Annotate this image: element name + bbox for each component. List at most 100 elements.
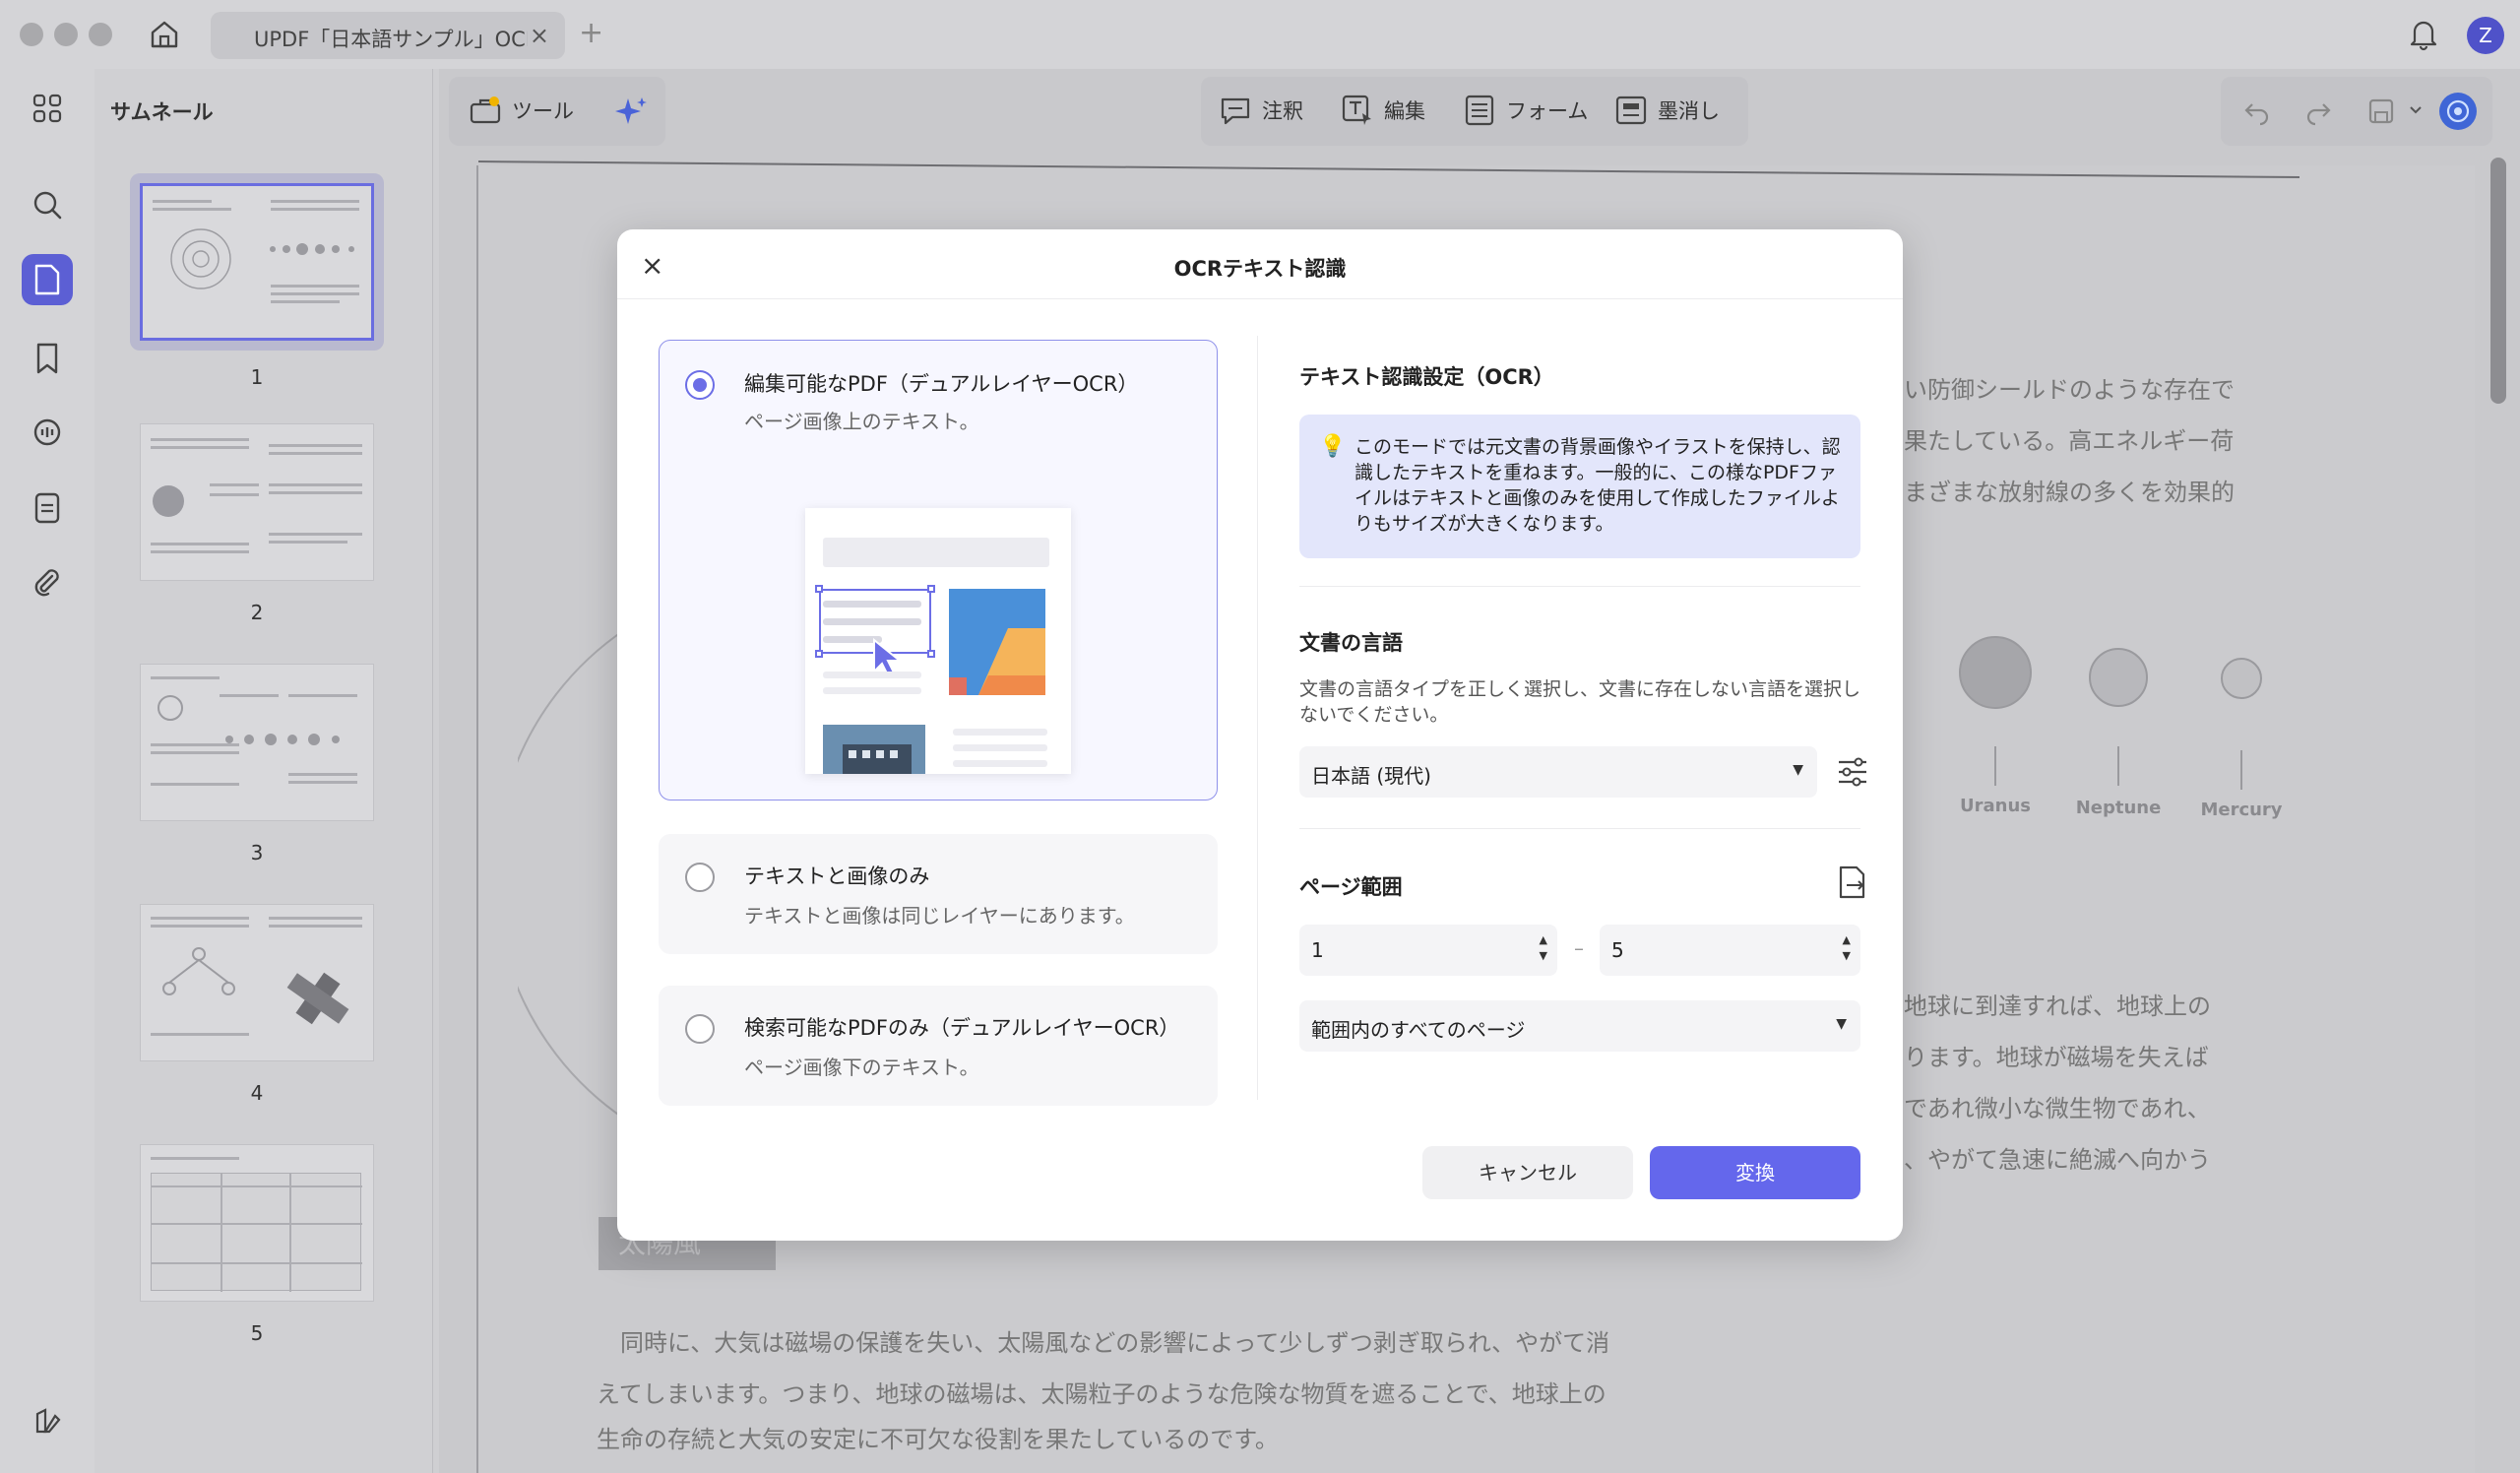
- attachment-icon[interactable]: [26, 561, 69, 605]
- bookmark-icon[interactable]: [26, 337, 69, 380]
- planet-label: Uranus: [1960, 796, 2031, 816]
- title-bar: UPDF「日本語サンプル」OCR × + Z: [0, 0, 2520, 69]
- search-icon[interactable]: [26, 183, 69, 226]
- bell-icon[interactable]: [2406, 16, 2441, 51]
- comment-icon[interactable]: [26, 412, 69, 455]
- edit-text-icon: [1342, 95, 1371, 125]
- language-select[interactable]: 日本語 (現代) ▼: [1299, 746, 1817, 798]
- body-text-line: 地球に到達すれば、地球上の: [1904, 993, 2211, 1020]
- page-scope-value: 範囲内のすべてのページ: [1311, 1018, 1526, 1042]
- body-text-line: であれ微小な微生物であれ、: [1904, 1095, 2211, 1122]
- toolbox-icon: [470, 96, 501, 124]
- avatar[interactable]: Z: [2467, 17, 2504, 54]
- thumbnails-icon[interactable]: [22, 254, 73, 305]
- planet-tick: [2240, 750, 2242, 790]
- ocr-dialog: × OCRテキスト認識 編集可能なPDF（デュアルレイヤーOCR） ページ画像上…: [617, 229, 1903, 1241]
- radio-editable-pdf[interactable]: [685, 370, 715, 400]
- body-text-line: 果たしている。高エネルギー荷: [1904, 427, 2235, 455]
- planet-tick: [2117, 746, 2119, 786]
- apps-grid-icon[interactable]: [26, 87, 69, 130]
- range-dash: –: [1574, 936, 1584, 960]
- mode-toolbar: 注釈 編集 フォーム 墨消し: [1201, 77, 1748, 146]
- page-range-icon[interactable]: [1833, 864, 1872, 903]
- form-mode-button[interactable]: フォーム: [1463, 94, 1588, 127]
- tab-close-icon[interactable]: ×: [530, 22, 549, 49]
- divider: [1299, 586, 1860, 587]
- save-icon[interactable]: [2366, 96, 2396, 126]
- ocr-option-text-image[interactable]: テキストと画像のみ テキストと画像は同じレイヤーにあります。: [659, 834, 1218, 954]
- comment-label: 注釈: [1262, 99, 1303, 123]
- page-thumbnail[interactable]: 5: [130, 1134, 384, 1345]
- body-text-line: 生命の存続と大気の安定に不可欠な役割を果たしているのです。: [597, 1426, 1279, 1453]
- info-box: 💡 このモードでは元文書の背景画像やイラストを保持し、認識したテキストを重ねます…: [1299, 415, 1860, 558]
- body-text-line: い防御シールドのような存在で: [1904, 376, 2235, 404]
- language-description: 文書の言語タイプを正しく選択し、文書に存在しない言語を選択しないでください。: [1299, 678, 1861, 726]
- scrollbar[interactable]: [2490, 158, 2506, 404]
- thumbnail-panel: サムネール 1 2 3 4 5: [94, 69, 433, 1473]
- caret-down-icon: ▼: [1836, 1016, 1847, 1032]
- window-minimize-button[interactable]: [54, 23, 78, 46]
- ai-sparkle-icon[interactable]: [614, 95, 650, 130]
- body-text-line: ります。地球が磁場を失えば: [1904, 1044, 2209, 1071]
- range-from-input[interactable]: 1 ▲ ▼: [1299, 925, 1557, 976]
- option-title: テキストと画像のみ: [744, 865, 930, 888]
- tools-group: ツール: [449, 77, 665, 146]
- range-from-stepper[interactable]: ▲ ▼: [1540, 932, 1547, 964]
- option-title: 編集可能なPDF（デュアルレイヤーOCR）: [744, 372, 1139, 396]
- history-toolbar: [2221, 77, 2492, 146]
- thumbnail-page-number: 4: [250, 1081, 264, 1105]
- info-text: このモードでは元文書の背景画像やイラストを保持し、認識したテキストを重ねます。一…: [1354, 436, 1841, 535]
- thumbnail-image: [140, 904, 374, 1061]
- planet-label: Mercury: [2200, 800, 2283, 820]
- window-close-button[interactable]: [20, 23, 43, 46]
- body-text-line: えてしまいます。つまり、地球の磁場は、太陽粒子のような危険な物質を遮ることで、地…: [597, 1380, 1606, 1408]
- undo-icon[interactable]: [2242, 96, 2272, 126]
- option-subtitle: テキストと画像は同じレイヤーにあります。: [744, 904, 1135, 928]
- new-tab-button[interactable]: +: [579, 16, 603, 50]
- thumbnail-page-number: 2: [250, 601, 264, 624]
- ocr-option-editable[interactable]: 編集可能なPDF（デュアルレイヤーOCR） ページ画像上のテキスト。: [659, 340, 1218, 801]
- ocr-option-searchable[interactable]: 検索可能なPDFのみ（デュアルレイヤーOCR） ページ画像下のテキスト。: [659, 986, 1218, 1106]
- divider: [1299, 828, 1860, 829]
- edit-mode-button[interactable]: 編集: [1341, 94, 1425, 127]
- page-thumbnail[interactable]: 4: [130, 894, 384, 1105]
- range-to-input[interactable]: 5 ▲ ▼: [1600, 925, 1860, 976]
- divider: [1257, 336, 1258, 1100]
- document-tab[interactable]: UPDF「日本語サンプル」OCR ×: [211, 12, 565, 59]
- cancel-button[interactable]: キャンセル: [1422, 1146, 1633, 1199]
- divider: [617, 298, 1903, 299]
- page-scope-select[interactable]: 範囲内のすべてのページ ▼: [1299, 1000, 1860, 1052]
- language-settings-icon[interactable]: [1833, 752, 1872, 792]
- tab-title: UPDF「日本語サンプル」OCR: [254, 28, 528, 51]
- redact-mode-button[interactable]: 墨消し: [1614, 94, 1720, 127]
- chevron-down-icon[interactable]: [2408, 102, 2424, 118]
- form-icon: [1465, 95, 1494, 126]
- page-thumbnail[interactable]: 1: [130, 173, 384, 389]
- body-text-line: 、やがて急速に絶滅へ向かう: [1904, 1146, 2211, 1174]
- page-thumbnail[interactable]: 3: [130, 654, 384, 865]
- ai-assistant-icon[interactable]: [2439, 93, 2477, 130]
- thumbnail-page-number: 1: [250, 365, 264, 389]
- thumbnail-page-number: 3: [250, 841, 264, 865]
- range-to-stepper[interactable]: ▲ ▼: [1843, 932, 1851, 964]
- home-icon[interactable]: [148, 18, 181, 51]
- language-value: 日本語 (現代): [1311, 764, 1431, 788]
- radio-text-image-only[interactable]: [685, 863, 715, 892]
- thumbnail-image: [140, 664, 374, 821]
- comment-mode-button[interactable]: 注釈: [1219, 94, 1303, 127]
- range-from-value: 1: [1311, 938, 1324, 962]
- window-zoom-button[interactable]: [89, 23, 112, 46]
- layers-icon[interactable]: [26, 1400, 69, 1443]
- document-properties-icon[interactable]: [26, 486, 69, 530]
- radio-searchable-pdf[interactable]: [685, 1014, 715, 1044]
- option-title: 検索可能なPDFのみ（デュアルレイヤーOCR）: [744, 1016, 1180, 1040]
- form-label: フォーム: [1506, 99, 1589, 123]
- tools-button[interactable]: ツール: [469, 94, 574, 127]
- thumbnail-image: [140, 1144, 374, 1302]
- option-subtitle: ページ画像下のテキスト。: [744, 1056, 979, 1079]
- redact-icon: [1615, 96, 1647, 125]
- option-subtitle: ページ画像上のテキスト。: [744, 410, 979, 433]
- convert-button[interactable]: 変換: [1650, 1146, 1860, 1199]
- redo-icon[interactable]: [2303, 96, 2333, 126]
- page-thumbnail[interactable]: 2: [130, 414, 384, 624]
